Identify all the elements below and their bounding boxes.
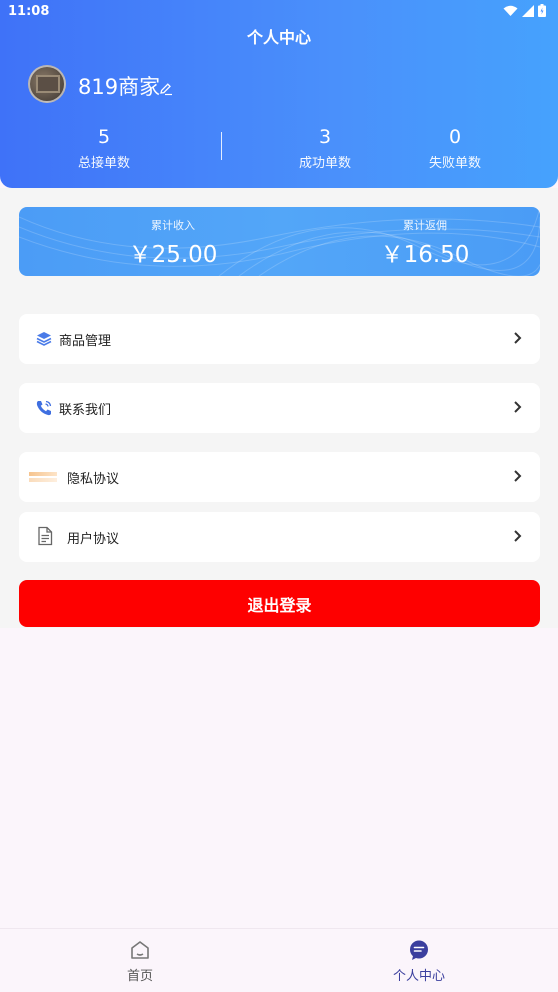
edit-icon[interactable] [159,82,173,96]
stat-success-orders: 3 成功单数 [265,126,385,171]
chevron-right-icon [514,401,522,413]
stat-total-orders: 5 总接单数 [44,126,164,171]
menu-item-label: 隐私协议 [67,472,120,487]
battery-icon [538,4,546,17]
nav-item-label: 首页 [126,969,153,984]
stat-value: 5 [97,126,111,148]
avatar[interactable] [28,65,66,103]
home-icon [131,941,149,959]
stat-label: 失败单数 [428,156,481,171]
menu-item-label: 商品管理 [59,334,112,349]
stat-label: 成功单数 [298,156,351,171]
total-rebate-label: 累计返佣 [403,219,447,232]
total-income-label: 累计收入 [151,219,195,232]
chevron-right-icon [514,530,522,542]
bottom-nav: 首页 个人中心 [0,928,558,992]
income-card: 累计收入 ￥25.00 累计返佣 ￥16.50 [19,207,540,276]
chevron-right-icon [514,470,522,482]
layers-icon [36,332,52,346]
username: 819商家 [78,75,161,99]
total-income: 累计收入 ￥25.00 [83,217,263,269]
stat-failed-orders: 0 失败单数 [395,126,515,171]
chevron-right-icon [514,332,522,344]
profile-header: 11:08 个人中心 819商家 5 总接单数 3 成功单数 0 失败单数 [0,0,558,188]
chat-icon [410,940,428,960]
logout-button[interactable]: 退出登录 [19,580,540,627]
total-rebate: 累计返佣 ￥16.50 [335,217,515,269]
document-icon [38,526,53,546]
status-bar: 11:08 [0,0,558,24]
nav-item-home[interactable]: 首页 [80,939,200,984]
menu-item-label: 联系我们 [59,403,112,418]
menu-item-product-management[interactable]: 商品管理 [19,314,540,364]
menu-item-user-agreement[interactable]: 用户协议 [19,512,540,562]
menu-item-contact-us[interactable]: 联系我们 [19,383,540,433]
nav-item-profile[interactable]: 个人中心 [359,939,479,984]
menu-item-privacy-policy[interactable]: 隐私协议 [19,452,540,502]
nav-item-label: 个人中心 [392,969,445,984]
stat-divider [221,132,222,160]
total-income-value: ￥25.00 [128,242,218,268]
wifi-icon [503,5,518,16]
stat-value: 3 [318,126,332,148]
phone-icon [36,400,52,416]
privacy-icon [29,472,57,482]
status-icons [503,4,546,17]
page-title: 个人中心 [246,28,311,47]
stat-label: 总接单数 [77,156,130,171]
menu-item-label: 用户协议 [67,532,120,547]
stat-value: 0 [448,126,462,148]
status-time: 11:08 [8,4,50,19]
total-rebate-value: ￥16.50 [380,242,470,268]
signal-icon [522,4,534,17]
